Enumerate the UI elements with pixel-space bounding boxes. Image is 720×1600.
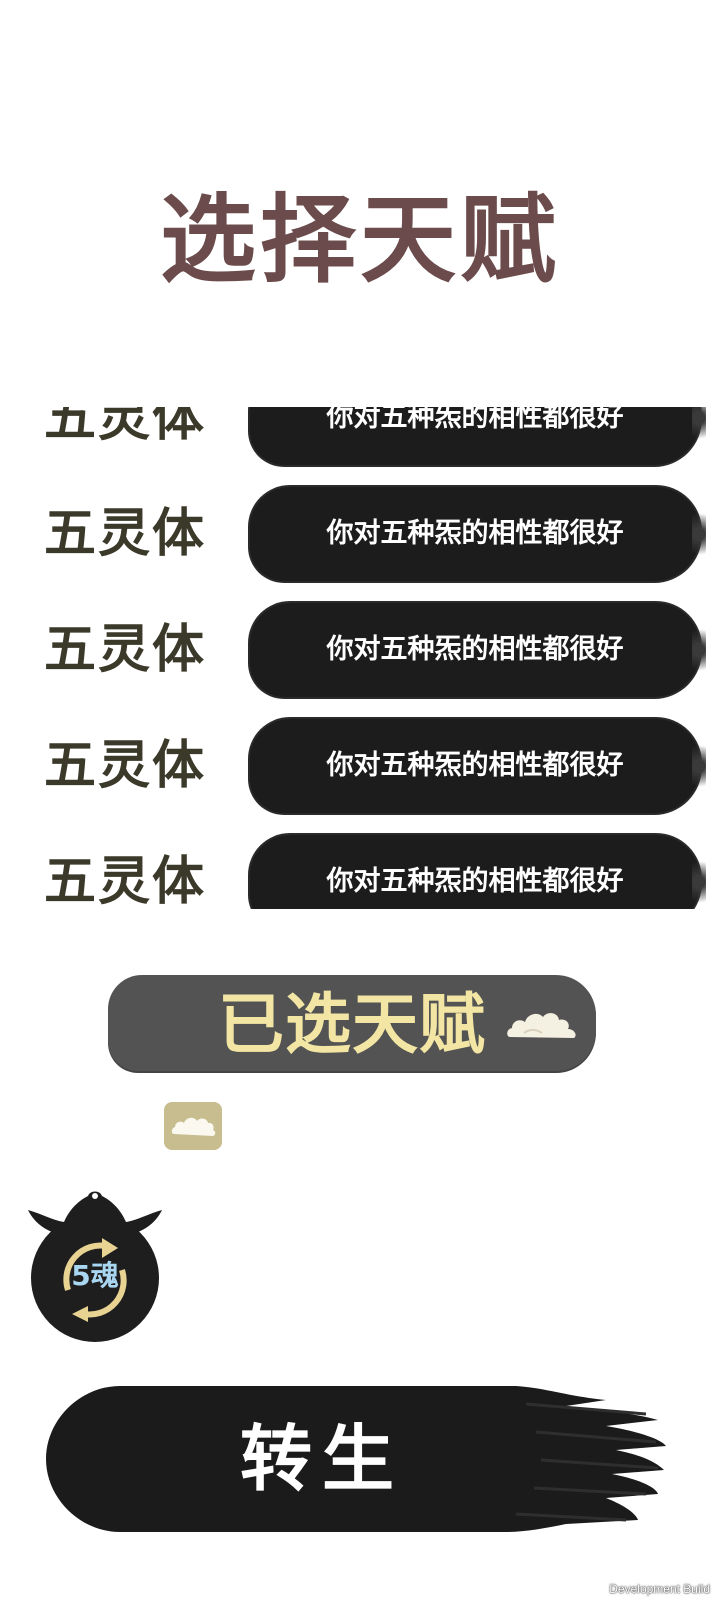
talent-description-bar[interactable]: 你对五种炁的相性都很好: [250, 407, 706, 465]
talent-description: 你对五种炁的相性都很好: [326, 750, 624, 781]
soul-cost-label: 5魂: [71, 1259, 119, 1292]
soul-refresh-button[interactable]: 5魂: [28, 1186, 162, 1346]
talent-option[interactable]: 五灵体 你对五种炁的相性都很好: [0, 823, 720, 909]
talent-list-content: 五灵体 你对五种炁的相性都很好 五灵体 你对五种炁的相性都很好 五灵体 你对五种…: [0, 407, 720, 909]
talent-description-bar[interactable]: 你对五种炁的相性都很好: [250, 835, 706, 909]
selected-talents-title: 已选天赋: [218, 986, 486, 1063]
talent-description-bar[interactable]: 你对五种炁的相性都很好: [250, 719, 706, 813]
talent-list[interactable]: 五灵体 你对五种炁的相性都很好 五灵体 你对五种炁的相性都很好 五灵体 你对五种…: [0, 407, 720, 909]
talent-description: 你对五种炁的相性都很好: [326, 407, 624, 433]
selected-talent-chip[interactable]: [164, 1102, 222, 1150]
talent-name: 五灵体: [44, 620, 207, 680]
talent-description: 你对五种炁的相性都很好: [326, 866, 624, 897]
selected-talents-header: 已选天赋: [108, 975, 596, 1071]
talent-option[interactable]: 五灵体 你对五种炁的相性都很好: [0, 591, 720, 707]
talent-option[interactable]: 五灵体 你对五种炁的相性都很好: [0, 475, 720, 591]
talent-description: 你对五种炁的相性都很好: [326, 634, 624, 665]
page-title: 选择天赋: [160, 184, 560, 296]
reborn-label: 转生: [239, 1417, 404, 1501]
talent-option[interactable]: 五灵体 你对五种炁的相性都很好: [0, 407, 720, 475]
talent-description: 你对五种炁的相性都很好: [326, 518, 624, 549]
development-build-label: Development Build: [609, 1582, 710, 1596]
talent-name: 五灵体: [44, 504, 207, 564]
reborn-button[interactable]: 转生: [46, 1384, 666, 1534]
talent-name: 五灵体: [44, 852, 207, 909]
talent-option[interactable]: 五灵体 你对五种炁的相性都很好: [0, 707, 720, 823]
talent-description-bar[interactable]: 你对五种炁的相性都很好: [250, 603, 706, 697]
talent-description-bar[interactable]: 你对五种炁的相性都很好: [250, 487, 706, 581]
talent-name: 五灵体: [44, 407, 207, 448]
cloud-icon: [171, 1117, 216, 1136]
talent-name: 五灵体: [44, 736, 207, 796]
cloud-icon: [507, 1013, 576, 1038]
